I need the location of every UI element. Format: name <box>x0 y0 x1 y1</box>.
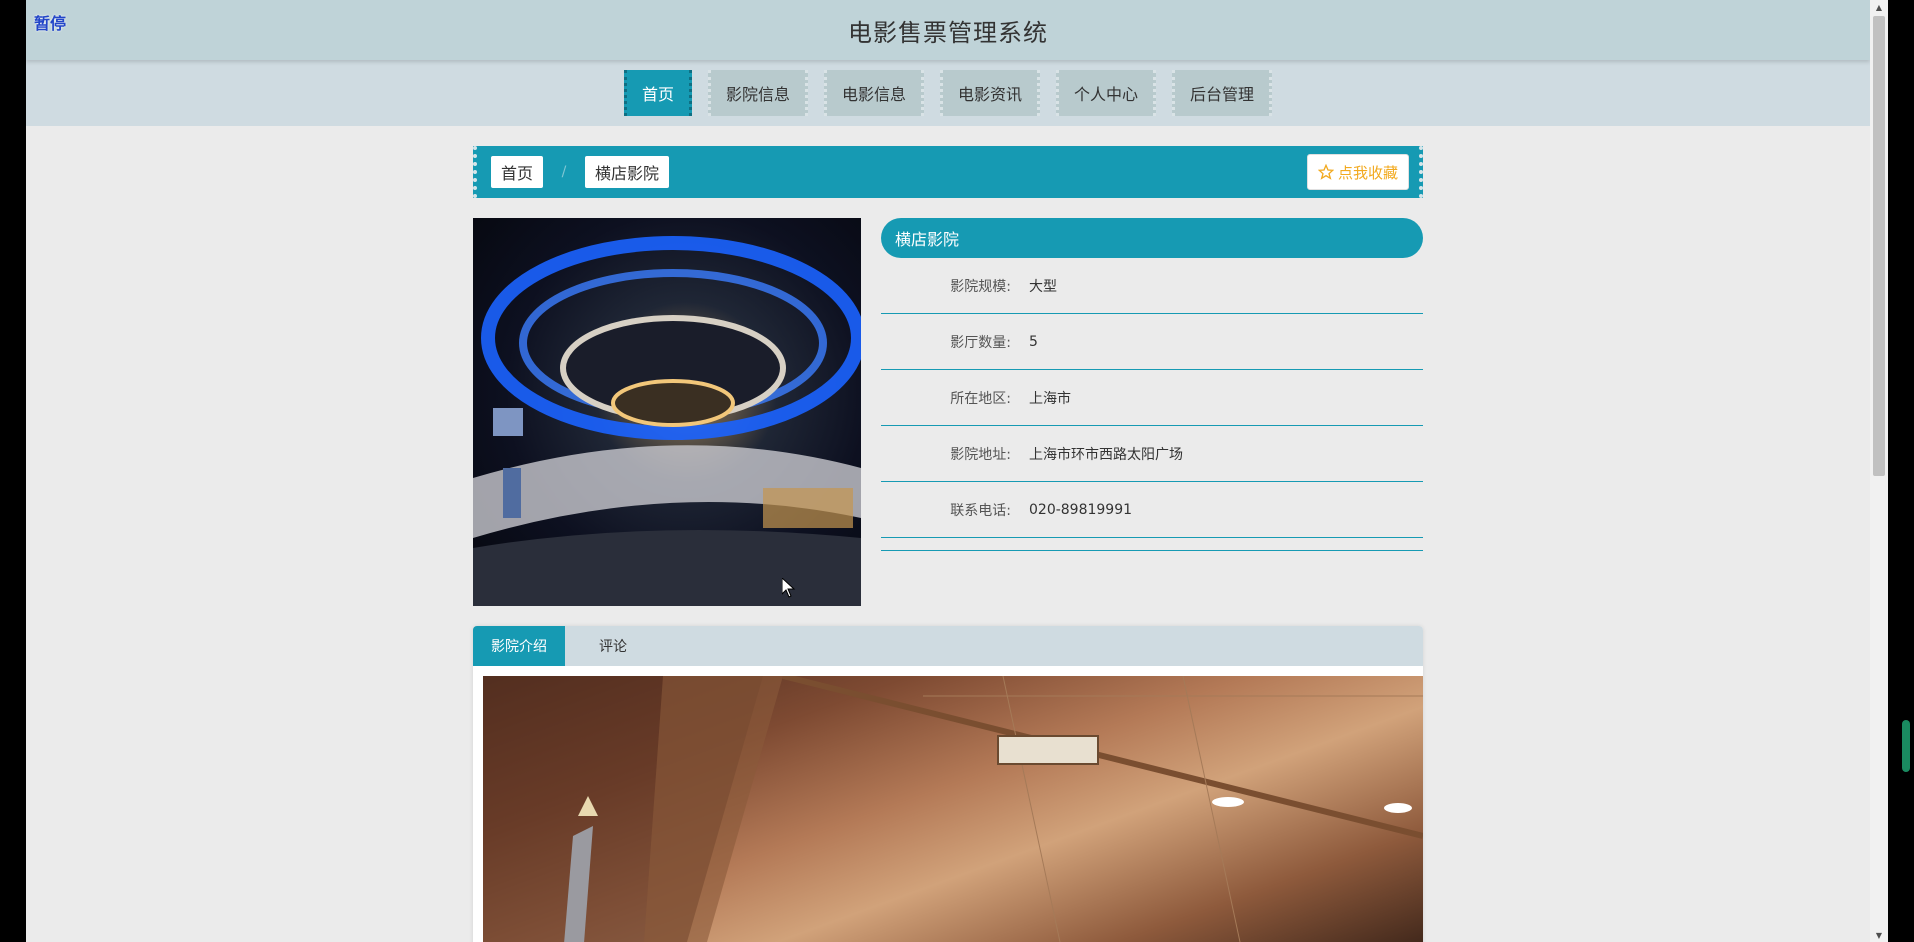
info-row-halls: 影厅数量: 5 <box>881 314 1423 370</box>
info-label: 影院规模: <box>950 278 1011 295</box>
info-label: 影院地址: <box>950 446 1011 463</box>
favorite-label: 点我收藏 <box>1337 163 1398 182</box>
nav-item-cinemas[interactable]: 影院信息 <box>707 70 808 116</box>
nav-item-admin[interactable]: 后台管理 <box>1172 70 1273 116</box>
favorite-button[interactable]: 点我收藏 <box>1306 154 1409 190</box>
main-nav: 首页 影院信息 电影信息 电影资讯 个人中心 后台管理 <box>26 60 1870 126</box>
nav-item-profile[interactable]: 个人中心 <box>1056 70 1157 116</box>
mouse-cursor-icon <box>782 578 796 598</box>
scroll-up-arrow-icon[interactable]: ▲ <box>1870 0 1888 14</box>
breadcrumb-current[interactable]: 横店影院 <box>585 156 670 188</box>
info-row-address: 影院地址: 上海市环市西路太阳广场 <box>881 426 1423 482</box>
nav-item-home[interactable]: 首页 <box>623 70 692 116</box>
screen-edge <box>1888 0 1914 942</box>
page-viewport: 暂停 电影售票管理系统 首页 影院信息 电影信息 电影资讯 个人中心 后台管理 … <box>26 0 1870 942</box>
tabs-bar: 影院介绍 评论 <box>473 626 1423 666</box>
introduction-photo-art <box>483 676 1423 942</box>
breadcrumb: 首页 / 横店影院 点我收藏 <box>473 146 1423 198</box>
cinema-photo-art <box>473 236 861 606</box>
introduction-photo <box>483 676 1423 942</box>
info-row-region: 所在地区: 上海市 <box>881 370 1423 426</box>
scroll-down-arrow-icon[interactable]: ▼ <box>1870 928 1888 942</box>
info-label: 所在地区: <box>950 390 1011 407</box>
info-value: 大型 <box>1029 278 1057 295</box>
nav-item-movies[interactable]: 电影信息 <box>823 70 924 116</box>
vertical-scrollbar[interactable]: ▲ ▼ <box>1870 0 1888 942</box>
info-label: 联系电话: <box>950 502 1011 519</box>
info-value: 上海市环市西路太阳广场 <box>1029 446 1183 463</box>
scroll-thumb[interactable] <box>1873 16 1885 476</box>
side-widget-handle[interactable] <box>1902 720 1910 772</box>
tabs-panel: 影院介绍 评论 <box>473 626 1423 942</box>
info-divider <box>881 538 1423 551</box>
site-header: 电影售票管理系统 <box>26 0 1870 60</box>
cinema-photo <box>473 218 861 606</box>
cinema-name: 横店影院 <box>881 218 1423 258</box>
content-container: 首页 / 横店影院 点我收藏 横店影院 影院规模: 大型 影厅数量: 5 所在地… <box>473 146 1423 942</box>
cinema-detail: 横店影院 影院规模: 大型 影厅数量: 5 所在地区: 上海市 影院地址: 上海… <box>473 218 1423 606</box>
info-value: 上海市 <box>1029 390 1071 407</box>
tab-introduction[interactable]: 影院介绍 <box>473 626 565 666</box>
tab-comments[interactable]: 评论 <box>565 626 661 666</box>
star-icon <box>1317 164 1334 180</box>
info-label: 影厅数量: <box>950 334 1011 351</box>
site-title: 电影售票管理系统 <box>848 18 1048 47</box>
info-value: 020-89819991 <box>1029 501 1133 518</box>
breadcrumb-separator: / <box>561 164 567 180</box>
info-value: 5 <box>1029 333 1038 350</box>
breadcrumb-home[interactable]: 首页 <box>491 156 544 188</box>
info-row-phone: 联系电话: 020-89819991 <box>881 482 1423 538</box>
music-toggle-button[interactable]: 暂停 <box>34 10 66 34</box>
nav-item-news[interactable]: 电影资讯 <box>940 70 1041 116</box>
cinema-info-panel: 横店影院 影院规模: 大型 影厅数量: 5 所在地区: 上海市 影院地址: 上海… <box>881 218 1423 606</box>
info-row-scale: 影院规模: 大型 <box>881 258 1423 314</box>
